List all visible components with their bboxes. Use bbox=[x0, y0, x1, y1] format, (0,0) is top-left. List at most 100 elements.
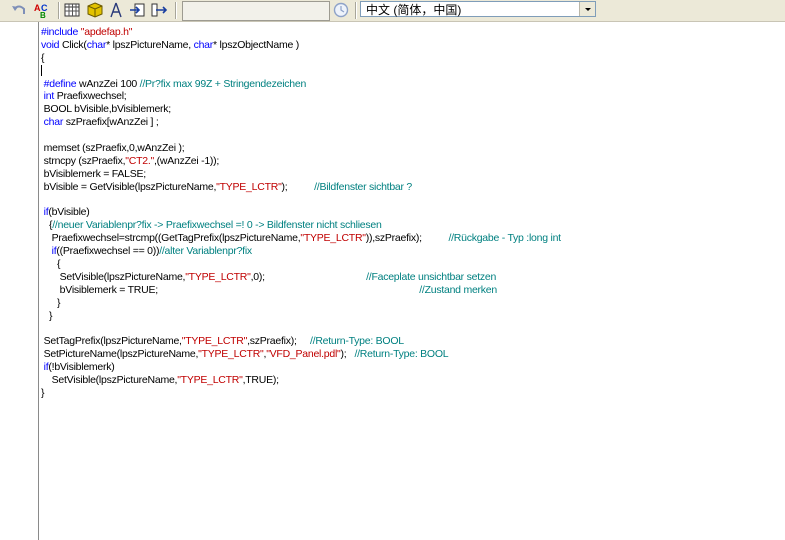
editor-gutter bbox=[0, 22, 39, 540]
spell-check-icon[interactable]: ACB bbox=[34, 2, 52, 18]
code-token: ); bbox=[340, 348, 355, 361]
code-line: {//neuer Variablenpr?fix -> Praefixwechs… bbox=[41, 219, 561, 232]
code-line: SetVisible(lpszPictureName,"TYPE_LCTR",T… bbox=[41, 374, 561, 387]
code-area[interactable]: #include "apdefap.h" void Click(char* lps… bbox=[41, 26, 561, 400]
code-token: * lpszPictureName, bbox=[106, 38, 194, 51]
code-token: bVisiblemerk = FALSE; bbox=[41, 167, 146, 180]
code-line: Praefixwechsel=strcmp((GetTagPrefix(lpsz… bbox=[41, 232, 561, 245]
clock-icon[interactable] bbox=[332, 2, 350, 18]
code-line: bVisiblemerk = TRUE; //Zustand merken bbox=[41, 284, 561, 297]
code-line: BOOL bVisible,bVisiblemerk; bbox=[41, 103, 561, 116]
code-token: //Pr?fix max 99Z + Stringendezeichen bbox=[139, 77, 307, 90]
code-token: )),szPraefix); bbox=[365, 232, 449, 245]
code-token: "TYPE_LCTR" bbox=[185, 270, 251, 283]
import-icon[interactable] bbox=[128, 2, 146, 18]
code-line: if((Praefixwechsel == 0))//alter Variabl… bbox=[41, 245, 561, 258]
code-line: } bbox=[41, 310, 561, 323]
code-token: "TYPE_LCTR" bbox=[181, 335, 248, 348]
code-token: //alter Variablenpr?fix bbox=[159, 245, 252, 258]
compass-icon[interactable] bbox=[108, 2, 124, 18]
toolbar-separator bbox=[175, 2, 177, 19]
code-line: SetTagPrefix(lpszPictureName,"TYPE_LCTR"… bbox=[41, 335, 561, 348]
code-token: { bbox=[41, 258, 61, 271]
code-token: Praefixwechsel=strcmp((GetTagPrefix(lpsz… bbox=[41, 232, 301, 245]
code-token: if bbox=[41, 245, 57, 258]
code-line: char szPraefix[wAnzZei ] ; bbox=[41, 116, 561, 129]
code-token: ,TRUE); bbox=[242, 374, 279, 387]
code-line: if(!bVisiblemerk) bbox=[41, 361, 561, 374]
code-line: void Click(char* lpszPictureName, char* … bbox=[41, 39, 561, 52]
code-token: (!bVisiblemerk) bbox=[48, 361, 115, 374]
code-line: SetVisible(lpszPictureName,"TYPE_LCTR",0… bbox=[41, 271, 561, 284]
code-token: //Return-Type: BOOL bbox=[354, 348, 449, 361]
code-line: } bbox=[41, 387, 561, 400]
code-token: int bbox=[41, 90, 57, 103]
code-token: //Bildfenster sichtbar ? bbox=[314, 180, 413, 193]
code-token: } bbox=[41, 296, 61, 309]
code-line: if(bVisible) bbox=[41, 206, 561, 219]
cube-icon[interactable] bbox=[86, 2, 104, 18]
code-token: void bbox=[41, 38, 62, 51]
toolbar-separator bbox=[355, 2, 357, 19]
code-token: "TYPE_LCTR" bbox=[300, 232, 366, 245]
code-token: Click( bbox=[61, 38, 87, 51]
code-token: "TYPE_LCTR" bbox=[198, 348, 264, 361]
code-token: char bbox=[193, 38, 214, 51]
code-token: SetVisible(lpszPictureName, bbox=[41, 270, 186, 283]
search-field[interactable] bbox=[182, 1, 330, 21]
code-line: bVisible = GetVisible(lpszPictureName,"T… bbox=[41, 181, 561, 194]
code-editor[interactable]: #include "apdefap.h" void Click(char* lps… bbox=[0, 22, 785, 540]
code-line: memset (szPraefix,0,wAnzZei ); bbox=[41, 142, 561, 155]
code-token: bVisible = GetVisible(lpszPictureName, bbox=[41, 180, 217, 193]
code-line: } bbox=[41, 297, 561, 310]
code-token: char bbox=[41, 116, 66, 129]
code-token: ((Praefixwechsel == 0)) bbox=[56, 245, 160, 258]
code-token: (bVisible) bbox=[48, 206, 90, 219]
code-token: ,0); bbox=[250, 270, 367, 283]
code-token: //Zustand merken bbox=[419, 283, 497, 296]
code-token: wAnzZei 100 bbox=[79, 77, 140, 90]
code-token: //Return-Type: BOOL bbox=[309, 335, 404, 348]
code-token: "TYPE_LCTR" bbox=[216, 180, 282, 193]
code-token: strncpy (szPraefix, bbox=[41, 154, 126, 167]
code-token: BOOL bVisible,bVisiblemerk; bbox=[41, 103, 172, 116]
code-token: bVisiblemerk = TRUE; bbox=[41, 283, 420, 296]
grid-icon[interactable] bbox=[63, 2, 81, 18]
code-token: "TYPE_LCTR" bbox=[177, 374, 243, 387]
toolbar-separator bbox=[58, 2, 60, 19]
code-line: { bbox=[41, 52, 561, 65]
undo-icon[interactable] bbox=[10, 2, 28, 18]
code-token: ,(wAnzZei -1)); bbox=[154, 154, 220, 167]
code-token: szPraefix[wAnzZei ] ; bbox=[65, 116, 159, 129]
export-icon[interactable] bbox=[150, 2, 170, 18]
code-token: ); bbox=[281, 180, 315, 193]
code-token: //Faceplate unsichtbar setzen bbox=[366, 270, 497, 283]
code-token: "CT2." bbox=[125, 154, 154, 167]
code-line bbox=[41, 64, 561, 78]
language-select-value: 中文 (简体，中国) bbox=[366, 3, 462, 17]
code-token: } bbox=[41, 309, 53, 322]
code-token: SetVisible(lpszPictureName, bbox=[41, 374, 178, 387]
chevron-down-icon[interactable] bbox=[579, 2, 595, 16]
code-line: { bbox=[41, 258, 561, 271]
code-token: ,szPraefix); bbox=[247, 335, 310, 348]
code-line: SetPictureName(lpszPictureName,"TYPE_LCT… bbox=[41, 348, 561, 361]
code-token: { bbox=[41, 51, 45, 64]
code-token: } bbox=[41, 386, 45, 399]
code-token: memset (szPraefix,0,wAnzZei ); bbox=[41, 142, 185, 155]
text-caret bbox=[41, 64, 42, 76]
code-token: SetPictureName(lpszPictureName, bbox=[41, 348, 199, 361]
code-token: #include bbox=[41, 26, 81, 38]
code-line: bVisiblemerk = FALSE; bbox=[41, 168, 561, 181]
code-token: "apdefap.h" bbox=[80, 26, 133, 38]
code-token: SetTagPrefix(lpszPictureName, bbox=[41, 335, 182, 348]
code-line: strncpy (szPraefix,"CT2.",(wAnzZei -1)); bbox=[41, 155, 561, 168]
code-line: int Praefixwechsel; bbox=[41, 90, 561, 103]
language-select[interactable]: 中文 (简体，中国) bbox=[360, 1, 596, 17]
code-line: #include "apdefap.h" bbox=[41, 26, 561, 39]
code-token: //neuer Variablenpr?fix -> Praefixwechse… bbox=[52, 219, 382, 232]
code-token: //Rückgabe - Typ :long int bbox=[448, 232, 561, 245]
code-line: #define wAnzZei 100 //Pr?fix max 99Z + S… bbox=[41, 78, 561, 91]
